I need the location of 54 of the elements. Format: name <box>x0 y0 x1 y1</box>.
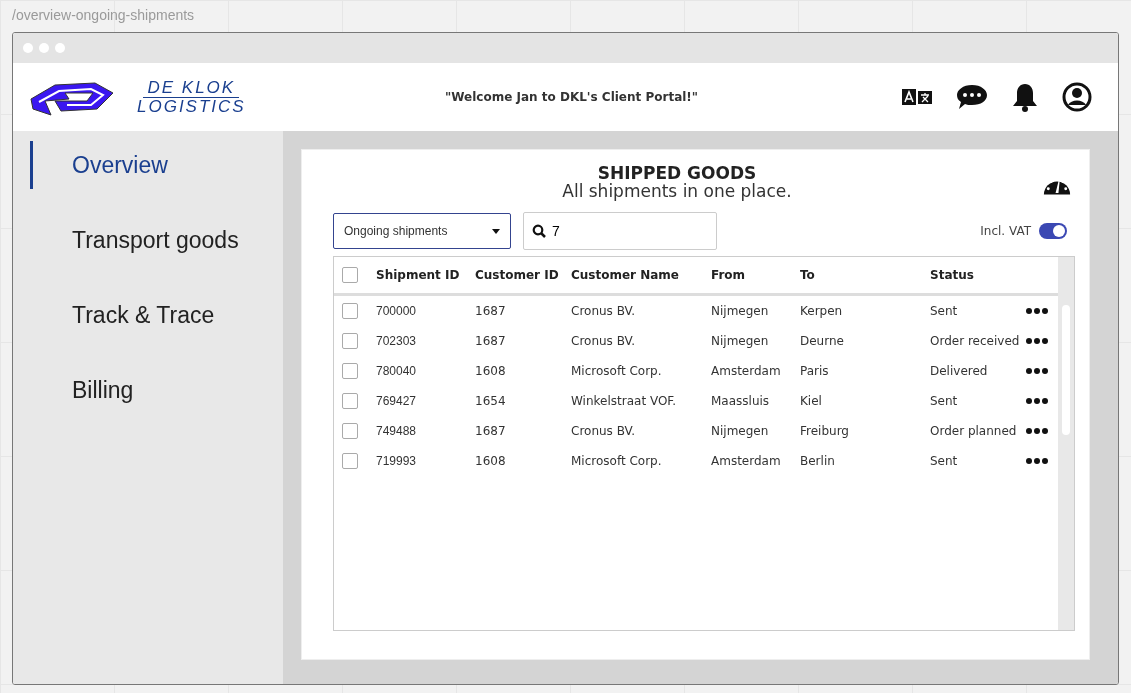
table-cell-text: Kiel <box>800 394 823 408</box>
table-cell-text: 749488 <box>376 424 418 438</box>
table-cell-text: Maassluis <box>711 394 771 408</box>
table-cell-text: 780040 <box>376 364 418 378</box>
table-cell-text: Kerpen <box>800 304 844 318</box>
table-cell-text: Berlin <box>800 454 836 468</box>
welcome-message: "Welcome Jan to DKL's Client Portal!" <box>445 90 700 104</box>
table-cell-text: Delivered <box>930 364 989 378</box>
table-cell-text: Deurne <box>800 334 845 348</box>
column-header: Customer Name <box>571 268 680 282</box>
table-cell-text: Cronus BV. <box>571 304 636 318</box>
table-cell-text: 1654 <box>475 394 507 408</box>
column-header: Shipment ID <box>376 268 461 282</box>
table-cell-text: Paris <box>800 364 830 378</box>
brand-name: LOGISTICS <box>136 97 247 116</box>
table-cell-text: Winkelstraat VOF. <box>571 394 678 408</box>
table-cell-text: 769427 <box>376 394 418 408</box>
table-cell-text: Sent <box>930 454 959 468</box>
table-cell-text: Microsoft Corp. <box>571 364 663 378</box>
page-subtitle: All shipments in one place. <box>562 182 792 200</box>
table-cell-text: Order received <box>930 334 1021 348</box>
sidebar-item[interactable]: Billing <box>30 366 283 414</box>
table-cell-text: 700000 <box>376 304 418 318</box>
table-cell-text: Sent <box>930 394 959 408</box>
table-cell-text: Amsterdam <box>711 364 782 378</box>
table-cell-text: Nijmegen <box>711 304 770 318</box>
page-title: SHIPPED GOODS <box>597 164 757 182</box>
table-cell-text: Cronus BV. <box>571 424 636 438</box>
table-cell-text: 702303 <box>376 334 418 348</box>
vat-label: Incl. VAT <box>980 224 1031 238</box>
table-cell-text: Cronus BV. <box>571 334 636 348</box>
column-header: To <box>800 268 816 282</box>
sidebar-item[interactable]: Track & Trace <box>30 291 283 339</box>
brand-name: DE KLOK <box>143 78 240 98</box>
column-header: From <box>711 268 747 282</box>
table-cell-text: Freiburg <box>800 424 850 438</box>
table-cell-text: 719993 <box>376 454 418 468</box>
table-cell-text: 1687 <box>475 304 507 318</box>
table-cell-text: 1687 <box>475 334 507 348</box>
table-cell-text: Sent <box>930 304 959 318</box>
table-cell-text: Order planned <box>930 424 1018 438</box>
route-label: /overview-ongoing-shipments <box>12 7 196 25</box>
table-cell-text: 1608 <box>475 454 507 468</box>
shipment-filter-dropdown[interactable]: Ongoing shipments <box>333 213 511 249</box>
column-header: Status <box>930 268 975 282</box>
column-header: Customer ID <box>475 268 560 282</box>
table-cell-text: Nijmegen <box>711 424 770 438</box>
table-cell-text: Amsterdam <box>711 454 782 468</box>
search-field[interactable]: 7 <box>523 212 717 250</box>
table-cell-text: Microsoft Corp. <box>571 454 663 468</box>
table-cell-text: 1687 <box>475 424 507 438</box>
sidebar-item[interactable]: Transport goods <box>30 216 283 264</box>
table-cell-text: 1608 <box>475 364 507 378</box>
table-cell-text: Nijmegen <box>711 334 770 348</box>
